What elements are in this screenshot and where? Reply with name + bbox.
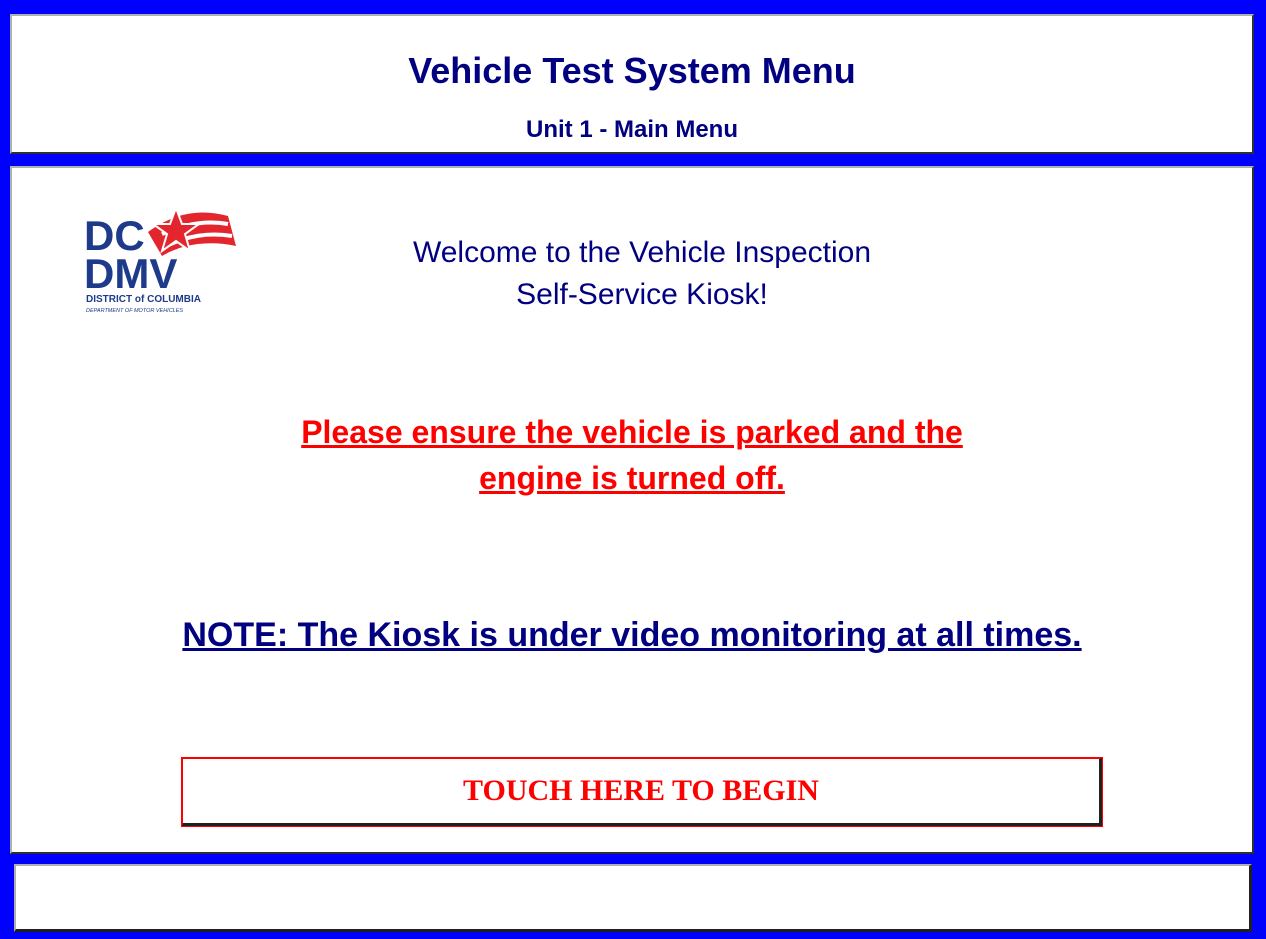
warning-line-2: engine is turned off. [479,460,785,496]
touch-to-begin-button[interactable]: TOUCH HERE TO BEGIN [181,757,1103,827]
logo-line2: DMV [84,250,177,297]
dc-dmv-logo: DC DMV DISTRICT of COLUMBIA DEPARTMENT O… [84,205,236,314]
page-title: Vehicle Test System Menu [408,50,856,91]
header-panel: Vehicle Test System Menu Unit 1 - Main M… [10,14,1254,154]
warning-line-1: Please ensure the vehicle is parked and … [301,414,963,450]
monitoring-note: NOTE: The Kiosk is under video monitorin… [182,616,1082,654]
welcome-line-1: Welcome to the Vehicle Inspection [412,236,872,269]
logo-line3: DISTRICT of COLUMBIA [86,294,201,305]
page-subtitle: Unit 1 - Main Menu [526,116,738,143]
main-panel: DC DMV DISTRICT of COLUMBIA DEPARTMENT O… [10,166,1254,854]
flag-star-icon [148,205,236,256]
welcome-line-2: Self-Service Kiosk! [516,278,768,311]
logo-line4: DEPARTMENT OF MOTOR VEHICLES [86,308,183,314]
footer-status-bar [14,864,1252,932]
